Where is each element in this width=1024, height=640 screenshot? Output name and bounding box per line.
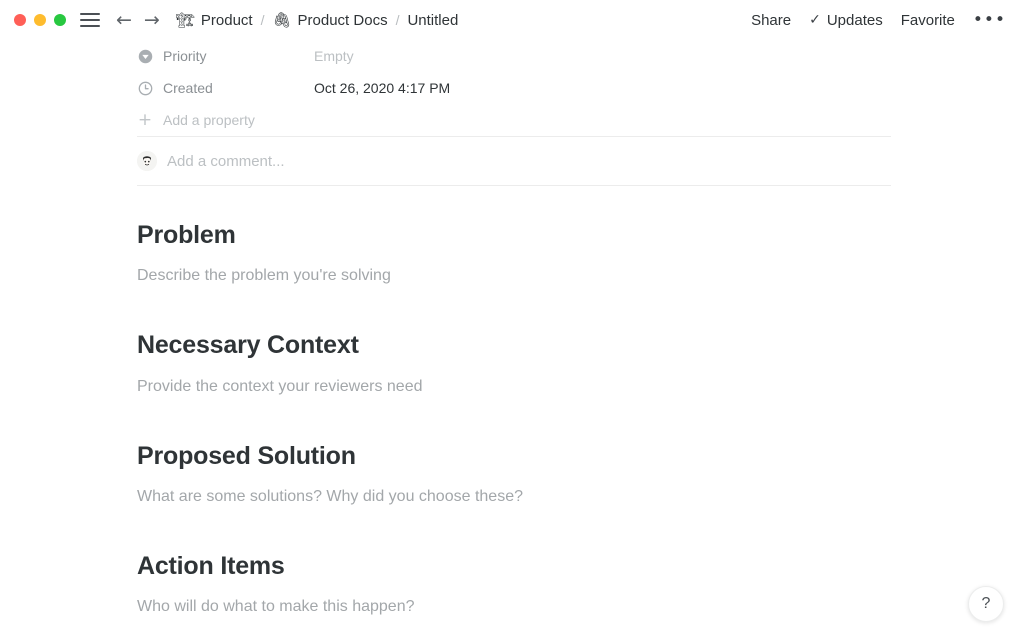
block-group-necessary-context: Necessary Context Provide the context yo… xyxy=(137,330,891,398)
add-property-button[interactable]: + Add a property xyxy=(137,104,891,136)
block-group-proposed-solution: Proposed Solution What are some solution… xyxy=(137,441,891,509)
property-row-created[interactable]: Created Oct 26, 2020 4:17 PM xyxy=(137,72,891,104)
plus-icon: + xyxy=(137,112,153,129)
forward-arrow-icon[interactable]: → xyxy=(144,11,160,30)
hamburger-line xyxy=(80,13,100,15)
add-property-label: Add a property xyxy=(163,112,255,128)
breadcrumb-label: Product Docs xyxy=(298,12,388,29)
property-label-group: Created xyxy=(137,80,314,96)
updates-button[interactable]: ✓ Updates xyxy=(809,12,883,29)
breadcrumb-label: Product xyxy=(201,12,253,29)
clock-icon xyxy=(137,80,153,96)
block-group-action-items: Action Items Who will do what to make th… xyxy=(137,551,891,619)
maximize-window-button[interactable] xyxy=(54,14,66,26)
breadcrumb-item-untitled[interactable]: Untitled xyxy=(407,12,458,29)
paragraph-action-items[interactable]: Who will do what to make this happen? xyxy=(137,595,891,619)
favorite-button[interactable]: Favorite xyxy=(901,12,955,29)
property-label-group: Priority xyxy=(137,48,314,64)
favorite-label: Favorite xyxy=(901,12,955,29)
paragraph-problem[interactable]: Describe the problem you're solving xyxy=(137,264,891,288)
share-label: Share xyxy=(751,12,791,29)
header-actions: Share ✓ Updates Favorite ••• xyxy=(751,12,1010,29)
add-comment-row[interactable]: Add a comment... xyxy=(137,137,891,185)
traffic-lights xyxy=(14,14,66,26)
question-mark-icon: ? xyxy=(982,595,991,613)
breadcrumb-separator: / xyxy=(259,12,267,28)
hamburger-line xyxy=(80,25,100,27)
navigation-arrows: ← → xyxy=(116,11,160,30)
window-titlebar: ← → 🏗 Product / 🖇 Product Docs / Untitle… xyxy=(0,0,1024,40)
breadcrumb-item-product[interactable]: 🏗 Product xyxy=(176,12,253,29)
page-content: Priority Empty Created Oct 26, 2020 4:17… xyxy=(137,40,891,619)
property-value-created: Oct 26, 2020 4:17 PM xyxy=(314,80,450,96)
property-name: Priority xyxy=(163,48,207,64)
hamburger-line xyxy=(80,19,100,21)
breadcrumb-item-product-docs[interactable]: 🖇 Product Docs xyxy=(272,12,387,29)
block-group-problem: Problem Describe the problem you're solv… xyxy=(137,220,891,288)
heading-problem[interactable]: Problem xyxy=(137,220,891,251)
breadcrumb: 🏗 Product / 🖇 Product Docs / Untitled xyxy=(176,12,458,29)
comment-placeholder[interactable]: Add a comment... xyxy=(167,153,285,170)
property-name: Created xyxy=(163,80,213,96)
property-row-priority[interactable]: Priority Empty xyxy=(137,40,891,72)
paragraph-necessary-context[interactable]: Provide the context your reviewers need xyxy=(137,375,891,399)
user-avatar xyxy=(137,151,157,171)
properties-list: Priority Empty Created Oct 26, 2020 4:17… xyxy=(137,40,891,136)
page-body: Priority Empty Created Oct 26, 2020 4:17… xyxy=(0,40,1024,619)
updates-label: Updates xyxy=(827,12,883,29)
paperclip-emoji: 🖇 xyxy=(272,13,291,28)
priority-chevron-circle-icon xyxy=(137,48,153,64)
hamburger-menu-icon[interactable] xyxy=(80,13,100,27)
back-arrow-icon[interactable]: ← xyxy=(116,11,132,30)
heading-proposed-solution[interactable]: Proposed Solution xyxy=(137,441,891,472)
property-value-priority[interactable]: Empty xyxy=(314,48,354,64)
more-horizontal-icon[interactable]: ••• xyxy=(973,12,1006,29)
paragraph-proposed-solution[interactable]: What are some solutions? Why did you cho… xyxy=(137,485,891,509)
close-window-button[interactable] xyxy=(14,14,26,26)
heading-action-items[interactable]: Action Items xyxy=(137,551,891,582)
heading-necessary-context[interactable]: Necessary Context xyxy=(137,330,891,361)
help-button[interactable]: ? xyxy=(968,586,1004,622)
breadcrumb-separator: / xyxy=(394,12,402,28)
building-construction-emoji: 🏗 xyxy=(176,13,195,28)
minimize-window-button[interactable] xyxy=(34,14,46,26)
share-button[interactable]: Share xyxy=(751,12,791,29)
document-blocks: Problem Describe the problem you're solv… xyxy=(137,186,891,619)
check-icon: ✓ xyxy=(809,12,821,28)
breadcrumb-label: Untitled xyxy=(407,12,458,29)
